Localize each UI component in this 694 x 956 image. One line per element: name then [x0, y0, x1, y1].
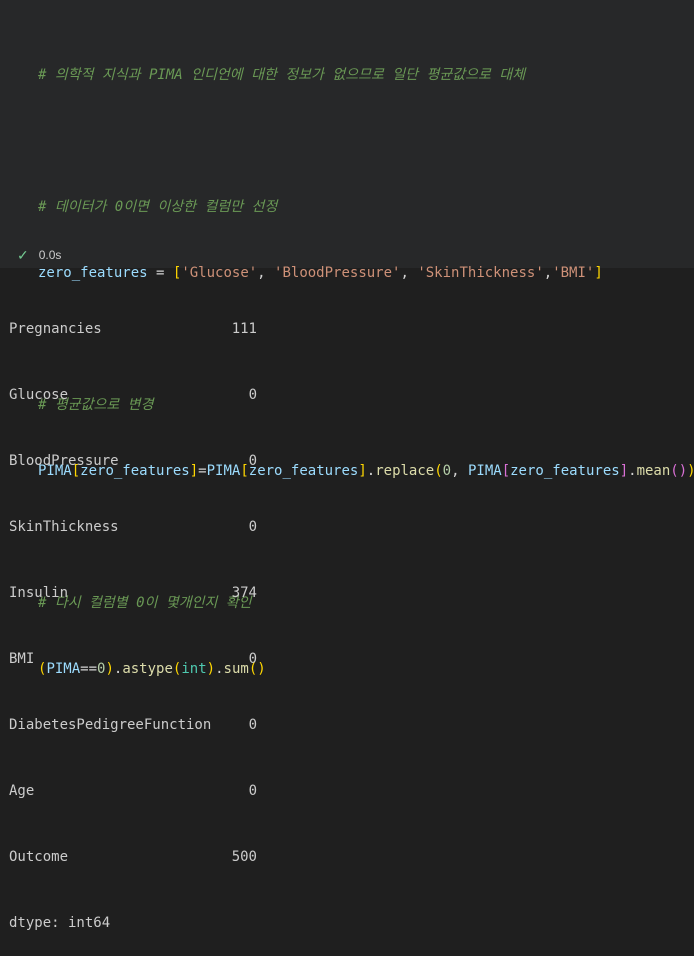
code-variable: zero_features — [248, 463, 359, 479]
output-row: DiabetesPedigreeFunction 0 — [9, 714, 257, 736]
code-bracket: ] — [594, 265, 603, 281]
row-name: Age — [9, 783, 35, 799]
check-icon: ✓ — [17, 246, 29, 263]
row-value: 0 — [248, 387, 257, 403]
code-variable: zero_features — [510, 463, 620, 479]
dtype-line: dtype: int64 — [9, 915, 111, 931]
row-value: 500 — [231, 849, 257, 865]
code-number: 0 — [442, 463, 452, 479]
row-name: DiabetesPedigreeFunction — [9, 717, 212, 733]
output-row: Insulin 374 — [9, 582, 257, 604]
row-value: 374 — [231, 585, 257, 601]
cell-output: Pregnancies 111 Glucose 0 BloodPressure 0 S… — [9, 274, 257, 956]
output-row: BMI 0 — [9, 648, 257, 670]
output-row: Outcome 500 — [9, 846, 257, 868]
execution-status: ✓ 0.0s — [17, 246, 61, 264]
execution-time: 0.0s — [38, 248, 62, 262]
row-name: BloodPressure — [9, 453, 119, 469]
row-name: BMI — [9, 651, 35, 667]
row-value: 0 — [248, 783, 257, 799]
code-string: 'SkinThickness' — [417, 265, 544, 281]
row-name: SkinThickness — [9, 519, 119, 535]
code-function: replace — [375, 463, 435, 479]
output-row: SkinThickness 0 — [9, 516, 257, 538]
output-row: Age 0 — [9, 780, 257, 802]
code-comment: # 데이터가 0이면 이상한 컬럼만 선정 — [38, 199, 278, 215]
output-row: BloodPressure 0 — [9, 450, 257, 472]
row-value: 0 — [248, 651, 257, 667]
code-function: mean — [636, 463, 671, 479]
row-value: 0 — [248, 519, 257, 535]
code-cell[interactable]: # 의학적 지식과 PIMA 인디언에 대한 정보가 없으므로 일단 평균값으로… — [0, 0, 694, 677]
row-value: 0 — [248, 453, 257, 469]
output-row: Pregnancies 111 — [9, 318, 257, 340]
output-row: Glucose 0 — [9, 384, 257, 406]
code-comment: # 의학적 지식과 PIMA 인디언에 대한 정보가 없으므로 일단 평균값으로… — [38, 67, 526, 83]
row-name: Glucose — [9, 387, 69, 403]
row-name: Insulin — [9, 585, 69, 601]
row-name: Pregnancies — [9, 321, 102, 337]
row-value: 0 — [248, 717, 257, 733]
row-value: 111 — [231, 321, 257, 337]
code-variable: PIMA — [467, 463, 502, 479]
code-string: 'BMI' — [552, 265, 595, 281]
row-name: Outcome — [9, 849, 69, 865]
code-string: 'BloodPressure' — [274, 265, 401, 281]
